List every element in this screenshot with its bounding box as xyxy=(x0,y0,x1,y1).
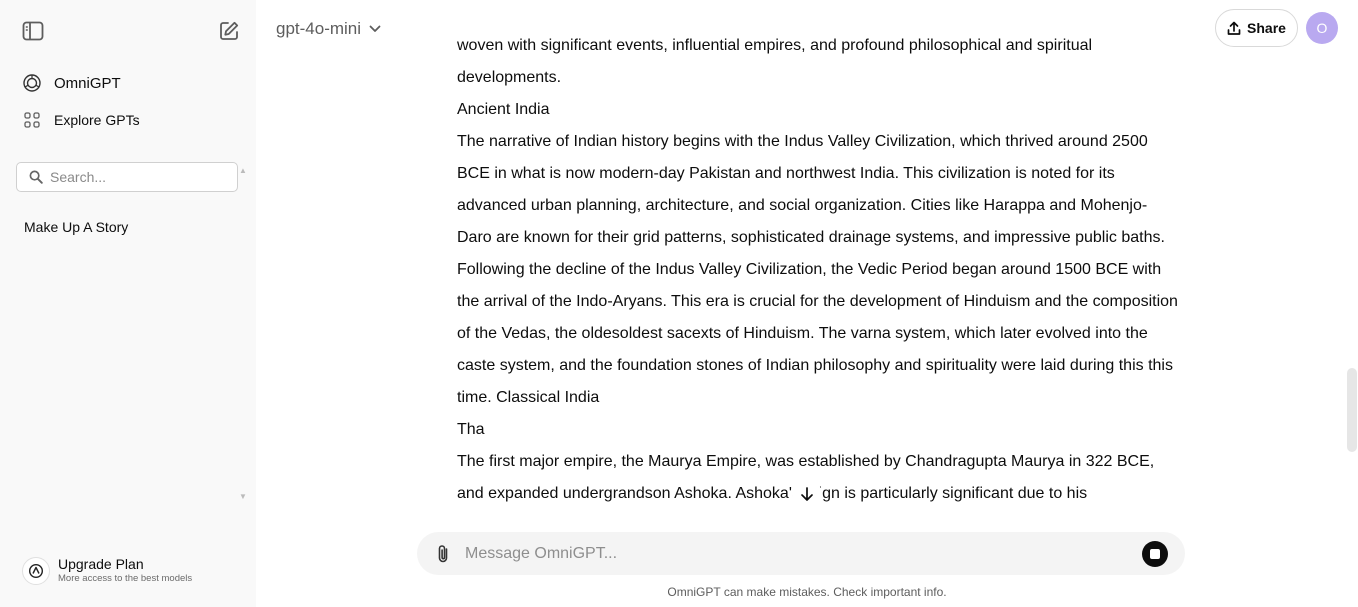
scrollbar-thumb[interactable] xyxy=(1347,368,1357,452)
attach-button[interactable] xyxy=(431,542,455,566)
disclaimer-text: OmniGPT can make mistakes. Check importa… xyxy=(667,585,947,599)
share-label: Share xyxy=(1247,20,1286,36)
avatar[interactable]: O xyxy=(1306,12,1338,44)
share-button[interactable]: Share xyxy=(1215,9,1298,47)
message-paragraph: woven with significant events, influenti… xyxy=(457,37,1093,86)
stop-icon xyxy=(1150,549,1160,559)
upgrade-title: Upgrade Plan xyxy=(58,556,144,572)
assistant-message: woven with significant events, influenti… xyxy=(457,35,1181,510)
stop-generating-button[interactable] xyxy=(1142,541,1168,567)
search-input[interactable] xyxy=(50,169,230,185)
model-name: gpt-4o-mini xyxy=(276,19,362,38)
upgrade-subtitle: More access to the best models xyxy=(58,573,193,584)
sidebar-item-label: OmniGPT xyxy=(54,74,121,92)
share-upload-icon xyxy=(1227,21,1241,35)
new-chat-icon xyxy=(220,21,239,40)
sidebar-item-explore-gpts[interactable]: Explore GPTs xyxy=(16,104,240,136)
scroll-up-arrow-icon[interactable]: ▲ xyxy=(239,166,247,175)
history-item[interactable]: Make Up A Story xyxy=(16,214,240,240)
sidebar-item-omnigpt[interactable]: OmniGPT xyxy=(16,67,240,99)
message-paragraph: Tha xyxy=(457,421,485,438)
grid-icon xyxy=(16,112,48,128)
chevron-down-icon xyxy=(369,25,381,32)
search-icon xyxy=(29,170,43,184)
message-paragraph: The narrative of Indian history begins w… xyxy=(457,133,1165,246)
upgrade-logo-icon xyxy=(22,557,50,585)
message-composer xyxy=(417,532,1185,575)
paperclip-icon xyxy=(438,544,448,562)
openai-logo-icon xyxy=(16,74,48,92)
scroll-down-arrow-icon[interactable]: ▼ xyxy=(239,492,247,501)
upgrade-plan-button[interactable]: Upgrade Plan More access to the best mod… xyxy=(22,553,232,589)
message-paragraph: Ancient India xyxy=(457,101,550,118)
arrow-down-icon xyxy=(801,487,813,501)
sidebar-toggle-button[interactable] xyxy=(21,19,45,43)
upgrade-text: Upgrade Plan More access to the best mod… xyxy=(58,556,192,586)
search-box xyxy=(16,162,238,192)
sidebar: OmniGPT Explore GPTs ▲ ▼ Make Up A Story xyxy=(0,0,256,607)
sidebar-toggle-icon xyxy=(22,21,44,41)
model-selector[interactable]: gpt-4o-mini xyxy=(276,16,381,42)
scroll-to-bottom-button[interactable] xyxy=(792,479,822,509)
new-chat-button[interactable] xyxy=(217,19,241,43)
message-input[interactable] xyxy=(465,544,1125,563)
conversation-area: woven with significant events, influenti… xyxy=(457,35,1181,535)
message-paragraph: Following the decline of the Indus Valle… xyxy=(457,261,1178,406)
sidebar-item-label: Explore GPTs xyxy=(54,112,140,128)
